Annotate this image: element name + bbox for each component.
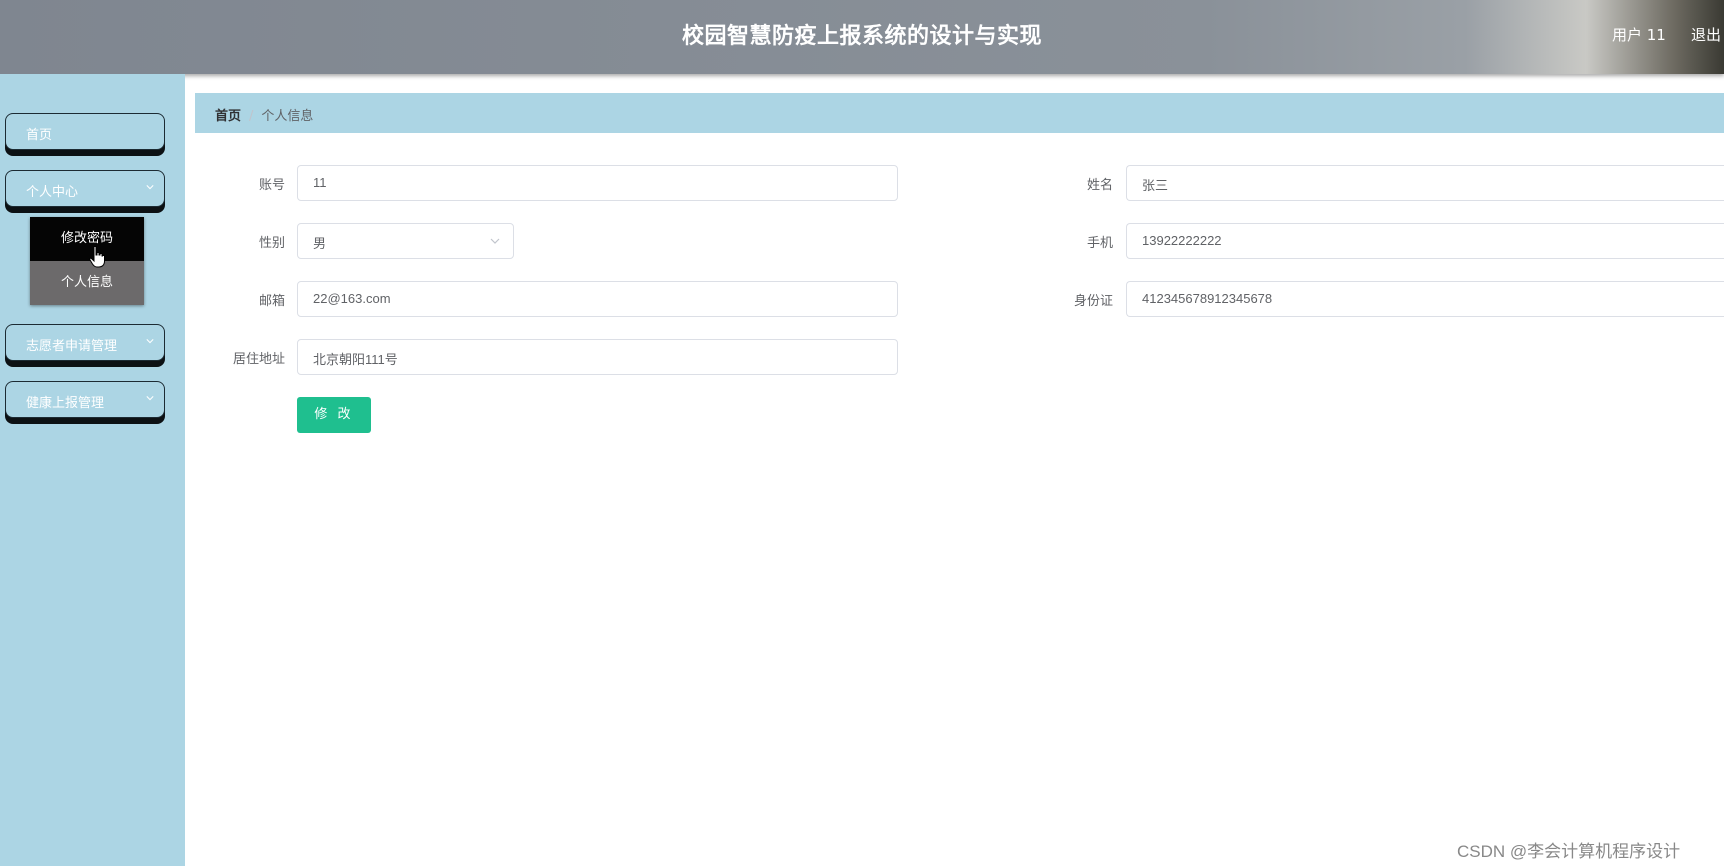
sidebar-item-label: 志愿者申请管理 [26,339,118,354]
hand-cursor-icon [89,246,105,268]
address-label: 居住地址 [232,352,285,367]
personal-center-submenu: 修改密码 个人信息 [30,217,144,305]
phone-field[interactable]: 13922222222 [1126,223,1724,259]
breadcrumb-separator: / [249,109,254,124]
gender-label: 性别 [258,236,285,251]
gender-select[interactable]: 男 [297,223,514,259]
sidebar-item-label: 首页 [26,128,53,143]
sidebar-item-personal-center[interactable]: 个人中心 [5,170,165,207]
logout-button[interactable]: 退出 [1691,24,1721,45]
phone-label: 手机 [1086,236,1113,251]
name-label: 姓名 [1086,178,1113,193]
submit-button[interactable]: 修 改 [297,397,371,433]
account-label: 账号 [258,178,285,193]
gender-select-value: 男 [313,236,327,251]
chevron-down-icon [146,185,154,190]
app-title: 校园智慧防疫上报系统的设计与实现 [681,24,1042,49]
top-header: 校园智慧防疫上报系统的设计与实现 用户 11 退出 [0,0,1724,74]
idcard-label: 身份证 [1073,294,1113,309]
chevron-down-icon [146,396,154,401]
address-field[interactable]: 北京朝阳111号 [297,339,898,375]
breadcrumb: 首页 / 个人信息 [195,93,1724,133]
sidebar-item-health-report-management[interactable]: 健康上报管理 [5,381,165,418]
sidebar-item-label: 健康上报管理 [26,396,105,411]
chevron-down-icon [146,339,154,344]
idcard-field[interactable]: 412345678912345678 [1126,281,1724,317]
account-field[interactable]: 11 [297,165,898,201]
email-field[interactable]: 22@163.com [297,281,898,317]
breadcrumb-current: 个人信息 [261,109,314,124]
current-user: 用户 11 [1612,26,1666,44]
watermark: CSDN @李会计算机程序设计 [1457,842,1681,861]
submenu-item-change-password[interactable]: 修改密码 [30,217,144,261]
sidebar-item-home[interactable]: 首页 [5,113,165,150]
name-field[interactable]: 张三 [1126,165,1724,201]
breadcrumb-home[interactable]: 首页 [215,109,241,124]
sidebar-item-volunteer-management[interactable]: 志愿者申请管理 [5,324,165,361]
sidebar-item-label: 个人中心 [26,185,79,200]
chevron-down-icon [490,238,500,244]
submenu-item-personal-info[interactable]: 个人信息 [30,261,144,305]
email-label: 邮箱 [258,294,285,309]
